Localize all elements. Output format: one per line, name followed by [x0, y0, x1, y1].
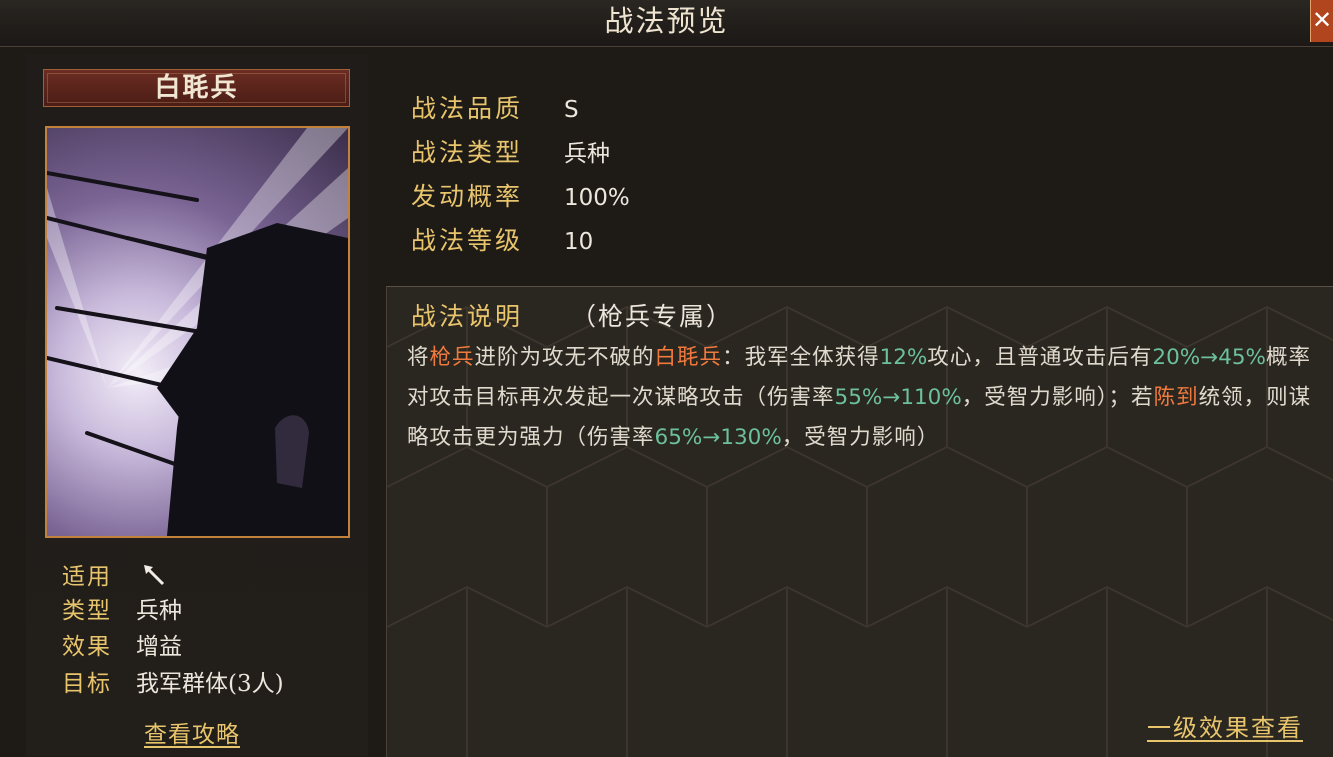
property-value: 兵种	[564, 141, 610, 167]
description-title: 战法说明	[411, 302, 524, 331]
applies-row: 适用	[62, 562, 167, 592]
description-segment: 攻心，且普通攻击后有	[927, 345, 1153, 370]
description-highlight: 陈到	[1153, 385, 1199, 410]
property-row-level: 战法等级 10	[411, 225, 593, 258]
description-highlight: 65%→130%	[654, 425, 782, 450]
type-label: 类型	[62, 598, 112, 624]
description-text: 将枪兵进阶为攻无不破的白毦兵：我军全体获得12%攻心，且普通攻击后有20%→45…	[407, 338, 1319, 458]
description-segment: ，受智力影响）；若	[961, 385, 1154, 410]
target-row: 目标 我军群体(3人)	[62, 669, 284, 699]
property-label: 发动概率	[411, 182, 524, 211]
effect-value: 增益	[136, 634, 182, 660]
description-segment: 将	[407, 345, 430, 370]
effect-label: 效果	[62, 634, 112, 660]
property-value: 100%	[564, 185, 630, 211]
effect-row: 效果 增益	[62, 632, 182, 662]
type-value: 兵种	[136, 598, 182, 624]
skill-name: 白毦兵	[154, 73, 239, 103]
description-segment: 进阶为攻无不破的	[474, 345, 655, 370]
type-row: 类型 兵种	[62, 596, 182, 626]
description-highlight: 12%	[879, 345, 928, 370]
close-icon[interactable]: ✕	[1310, 0, 1333, 42]
skill-name-banner: 白毦兵	[43, 69, 350, 107]
spear-icon	[143, 564, 167, 590]
description-segment: ，受智力影响）	[781, 425, 940, 450]
property-row-type: 战法类型 兵种	[411, 137, 610, 170]
property-label: 战法类型	[411, 138, 524, 167]
property-value: S	[564, 97, 579, 123]
skill-card-art	[45, 126, 350, 538]
target-value: 我军群体(3人)	[136, 671, 284, 697]
level-one-effect-link[interactable]: 一级效果查看	[1147, 708, 1303, 743]
target-label: 目标	[62, 671, 112, 697]
description-segment: ：我军全体获得	[722, 345, 880, 370]
description-highlight: 55%→110%	[834, 385, 962, 410]
description-highlight: 20%→45%	[1152, 345, 1266, 370]
view-strategy-link[interactable]: 查看攻略	[144, 715, 240, 749]
property-row-rate: 发动概率 100%	[411, 181, 630, 214]
description-subtitle: （枪兵专属）	[571, 302, 734, 331]
window-title: 战法预览	[604, 4, 729, 38]
description-highlight: 枪兵	[429, 345, 475, 370]
property-value: 10	[564, 229, 594, 255]
description-highlight: 白毦兵	[654, 345, 723, 370]
title-bar: 战法预览 ✕	[0, 0, 1333, 47]
applies-label: 适用	[62, 564, 112, 590]
property-row-quality: 战法品质 S	[411, 93, 579, 126]
property-label: 战法等级	[411, 226, 524, 255]
property-label: 战法品质	[411, 94, 524, 123]
